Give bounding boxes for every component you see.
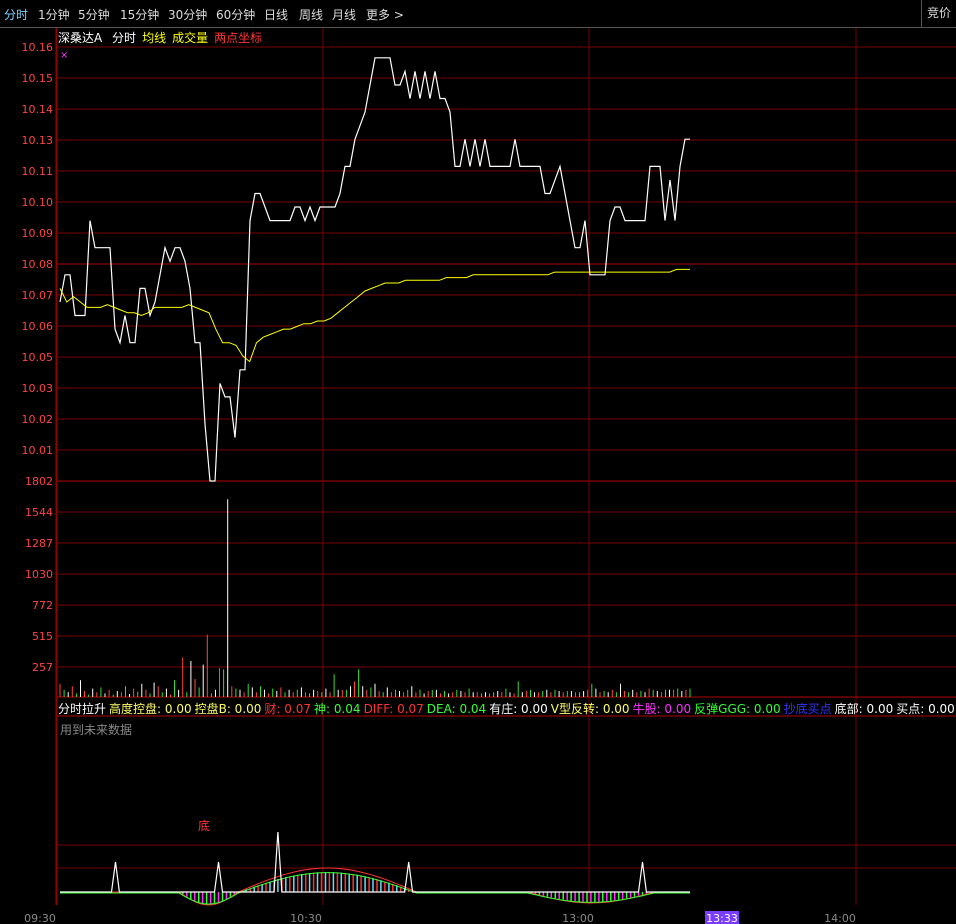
series-price-line <box>59 57 690 482</box>
volume-tick-label: 1544 <box>25 506 53 519</box>
time-axis-label: 09:30 <box>24 912 56 924</box>
series-avg-line <box>59 268 690 363</box>
indicator-item-12: 底部: 0.00 <box>834 702 894 716</box>
indicator-item-11: 抄底买点 <box>783 702 832 716</box>
price-tick-label: 10.02 <box>22 413 54 426</box>
future-data-note: 用到未来数据 <box>60 723 133 737</box>
price-tick-label: 10.10 <box>22 196 54 209</box>
volume-tick-label: 772 <box>32 599 53 612</box>
indicator-item-5: DIFF: 0.07 <box>363 702 424 716</box>
indicator-values: 分时拉升 高度控盘: 0.00 控盘B: 0.00 财: 0.07 神: 0.04 DIF… <box>58 700 956 717</box>
indicator-item-1: 高度控盘: 0.00 <box>109 702 192 716</box>
legend-marker: × <box>60 50 68 61</box>
price-tick-label: 10.15 <box>22 72 54 85</box>
time-axis-label: 13:00 <box>562 912 594 924</box>
volume-tick-label: 1802 <box>25 475 53 488</box>
price-tick-label: 10.14 <box>22 103 54 116</box>
price-tick-label: 10.06 <box>22 320 54 333</box>
indicator-item-10: 反弹GGG: 0.00 <box>694 702 781 716</box>
price-tick-label: 10.09 <box>22 227 54 240</box>
price-tick-label: 10.05 <box>22 351 54 364</box>
price-tick-label: 10.03 <box>22 382 54 395</box>
indicator-item-13: 买点: 0.00 <box>896 702 955 716</box>
indicator-item-4: 神: 0.04 <box>313 702 361 716</box>
price-tick-label: 10.01 <box>22 444 54 457</box>
bottom-marker: 底 <box>198 818 210 833</box>
volume-tick-label: 515 <box>32 630 53 643</box>
indicator-item-3: 财: 0.07 <box>264 702 311 716</box>
price-tick-label: 10.07 <box>22 289 54 302</box>
price-tick-label: 10.16 <box>22 41 54 54</box>
indicator-item-9: 牛股: 0.00 <box>632 702 692 716</box>
price-tick-label: 10.08 <box>22 258 54 271</box>
price-tick-label: 10.11 <box>22 165 54 178</box>
volume-tick-label: 257 <box>32 661 53 674</box>
time-axis-label: 10:30 <box>290 912 322 924</box>
indicator-item-0: 分时拉升 <box>58 702 107 716</box>
chart-area[interactable]: 10.16 10.15 10.14 10.13 10.11 10.10 10.09 10.08… <box>0 0 956 924</box>
volume-tick-label: 1287 <box>25 537 53 550</box>
cursor-time-label: 13:33 <box>706 912 738 924</box>
indicator-item-2: 控盘B: 0.00 <box>194 702 262 716</box>
volume-tick-label: 1030 <box>25 568 53 581</box>
indicator-item-8: V型反转: 0.00 <box>550 702 630 716</box>
signal-line <box>60 831 690 893</box>
time-axis-label: 14:00 <box>824 912 856 924</box>
price-tick-label: 10.13 <box>22 134 54 147</box>
indicator-item-6: DEA: 0.04 <box>426 702 487 716</box>
indicator-item-7: 有庄: 0.00 <box>489 702 548 716</box>
